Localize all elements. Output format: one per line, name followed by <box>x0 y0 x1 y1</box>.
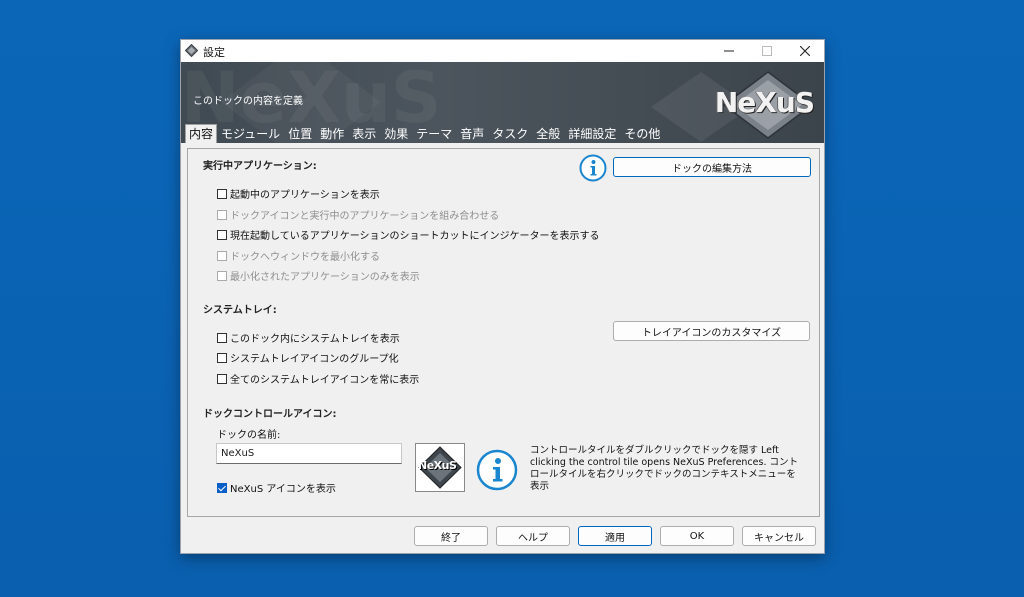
control-tile-label: NeXuS <box>418 459 457 472</box>
checkbox[interactable] <box>217 332 227 343</box>
checkbox[interactable] <box>217 188 227 199</box>
settings-window: 設定 NeXuS このドックの内容を定義 NeXuS 内容 モジュール 位置 動… <box>180 39 825 554</box>
tab-advanced[interactable]: 詳細設定 <box>564 124 620 143</box>
info-icon <box>476 449 518 491</box>
checkbox[interactable] <box>217 229 227 240</box>
option-show-indicator[interactable]: 現在起動しているアプリケーションのショートカットにインジケーターを表示する <box>217 227 600 242</box>
tab-display[interactable]: 表示 <box>348 124 380 143</box>
help-button[interactable]: ヘルプ <box>496 526 570 546</box>
apply-button[interactable]: 適用 <box>578 526 652 546</box>
running-apps-title: 実行中アプリケーション: <box>203 161 317 172</box>
nexus-logo-text: NeXuS <box>714 86 815 119</box>
info-icon <box>579 154 607 182</box>
content-panel: 実行中アプリケーション: ドックの編集方法 起動中のアプリケーションを表示 ドッ… <box>187 148 820 517</box>
option-label: ドックへウィンドウを最小化する <box>230 252 380 263</box>
checkbox[interactable] <box>217 250 227 261</box>
control-tile-description: コントロールタイルをダブルクリックでドックを隠す Left clicking t… <box>530 445 798 492</box>
tab-bar: 内容 モジュール 位置 動作 表示 効果 テーマ 音声 タスク 全般 詳細設定 … <box>185 124 664 143</box>
system-tray-title: システムトレイ: <box>203 305 277 316</box>
minimize-icon <box>724 50 734 52</box>
option-label: 起動中のアプリケーションを表示 <box>230 190 380 201</box>
option-show-running-apps[interactable]: 起動中のアプリケーションを表示 <box>217 186 380 201</box>
dock-name-input[interactable]: NeXuS <box>216 443 402 464</box>
option-combine-icons[interactable]: ドックアイコンと実行中のアプリケーションを組み合わせる <box>217 207 499 222</box>
option-label: システムトレイアイコンのグループ化 <box>230 354 399 365</box>
control-tile[interactable]: NeXuS <box>415 443 465 492</box>
option-show-nexus-icon[interactable]: NeXuS アイコンを表示 <box>217 480 336 495</box>
tab-other[interactable]: その他 <box>620 124 664 143</box>
minimize-button[interactable] <box>709 40 749 62</box>
option-label: ドックアイコンと実行中のアプリケーションを組み合わせる <box>230 211 500 222</box>
close-button[interactable] <box>785 40 825 62</box>
nexus-diamond-icon <box>185 44 198 57</box>
option-show-minimized-only[interactable]: 最小化されたアプリケーションのみを表示 <box>217 268 420 283</box>
tab-sound[interactable]: 音声 <box>456 124 488 143</box>
tab-theme[interactable]: テーマ <box>412 124 456 143</box>
option-label: 現在起動しているアプリケーションのショートカットにインジケーターを表示する <box>230 231 600 242</box>
checkbox[interactable] <box>217 373 227 384</box>
close-icon <box>800 46 810 56</box>
cancel-button[interactable]: キャンセル <box>742 526 816 546</box>
option-label: 最小化されたアプリケーションのみを表示 <box>230 272 420 283</box>
window-title: 設定 <box>203 46 225 59</box>
title-bar[interactable]: 設定 <box>181 40 824 62</box>
option-minimize-to-dock[interactable]: ドックへウィンドウを最小化する <box>217 248 380 263</box>
checkbox[interactable] <box>217 270 227 281</box>
maximize-icon <box>762 46 772 56</box>
tab-position[interactable]: 位置 <box>284 124 316 143</box>
checkbox[interactable] <box>217 352 227 363</box>
tab-content[interactable]: 内容 <box>185 124 218 143</box>
option-always-show-tray-icons[interactable]: 全てのシステムトレイアイコンを常に表示 <box>217 371 419 386</box>
checkbox[interactable] <box>217 209 227 220</box>
option-show-system-tray[interactable]: このドック内にシステムトレイを表示 <box>217 330 400 345</box>
option-label: NeXuS アイコンを表示 <box>230 484 336 495</box>
dock-control-title: ドックコントロールアイコン: <box>203 409 337 420</box>
exit-button[interactable]: 終了 <box>414 526 488 546</box>
tab-modules[interactable]: モジュール <box>217 124 284 143</box>
maximize-button[interactable] <box>747 40 787 62</box>
customize-tray-icons-button[interactable]: トレイアイコンのカスタマイズ <box>613 321 810 341</box>
ok-button[interactable]: OK <box>660 526 734 546</box>
tab-effects[interactable]: 効果 <box>380 124 412 143</box>
tab-tasks[interactable]: タスク <box>488 124 532 143</box>
option-label: このドック内にシステムトレイを表示 <box>230 334 400 345</box>
option-label: 全てのシステムトレイアイコンを常に表示 <box>230 375 420 386</box>
option-group-tray-icons[interactable]: システムトレイアイコンのグループ化 <box>217 350 399 365</box>
banner-description: このドックの内容を定義 <box>193 96 303 107</box>
checkbox[interactable] <box>217 482 227 493</box>
dock-edit-help-button[interactable]: ドックの編集方法 <box>613 157 811 177</box>
tab-general[interactable]: 全般 <box>532 124 564 143</box>
tab-behavior[interactable]: 動作 <box>316 124 348 143</box>
dock-name-label: ドックの名前: <box>217 430 281 441</box>
